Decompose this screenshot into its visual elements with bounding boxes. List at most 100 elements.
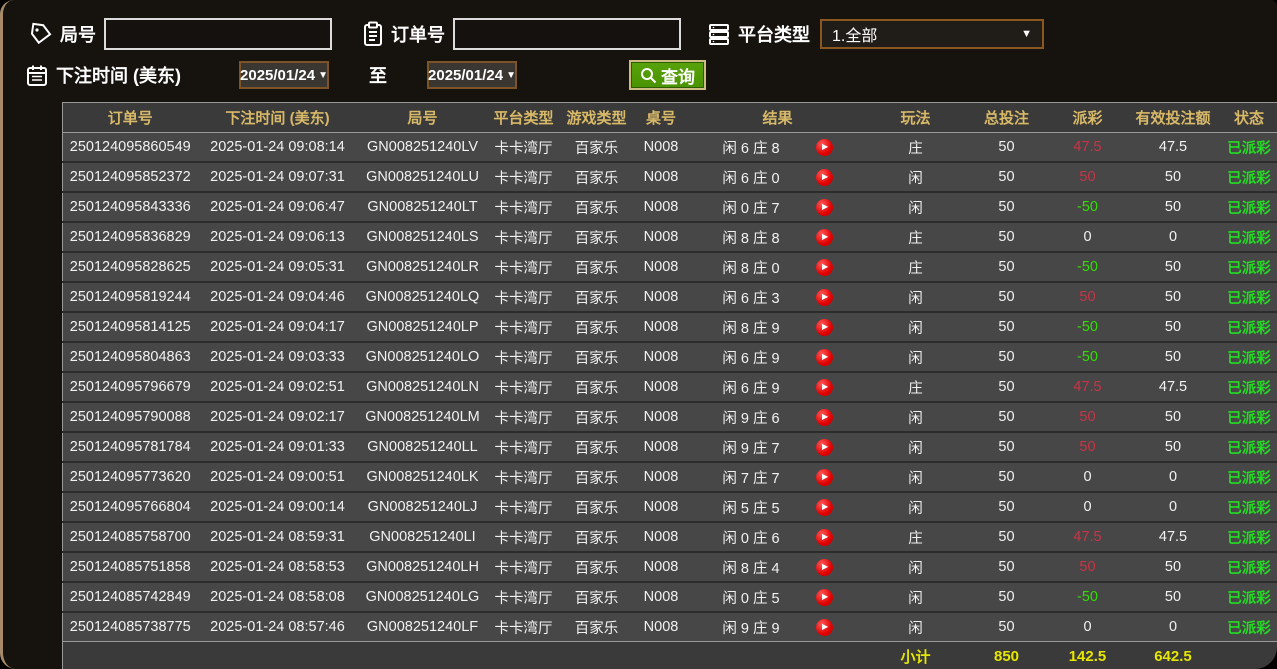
cell-game-type: 百家乐 — [560, 552, 634, 582]
play-video-icon[interactable]: ▶ — [816, 589, 833, 606]
cell-game-type: 百家乐 — [560, 372, 634, 402]
cell-table-no: N008 — [634, 492, 689, 522]
platform-select[interactable]: 1.全部 ▼ — [820, 19, 1044, 49]
cell-game-type: 百家乐 — [560, 192, 634, 222]
result-text: 闲 6 庄 8 — [722, 137, 779, 158]
order-no-input[interactable] — [453, 18, 681, 50]
tag-icon — [29, 22, 53, 46]
cell-valid-bet: 50 — [1127, 552, 1220, 582]
table-row: 250124095796679 2025-01-24 09:02:51 GN00… — [63, 372, 1277, 402]
table-row: 250124095814125 2025-01-24 09:04:17 GN00… — [63, 312, 1277, 342]
cell-platform: 卡卡湾厅 — [488, 222, 560, 252]
chevron-down-icon: ▼ — [318, 70, 328, 81]
table-row: 250124085738775 2025-01-24 08:57:46 GN00… — [63, 612, 1277, 642]
cell-platform: 卡卡湾厅 — [488, 162, 560, 192]
cell-game-no: GN008251240LT — [358, 192, 488, 222]
cell-play: 闲 — [867, 462, 965, 492]
play-video-icon[interactable]: ▶ — [816, 319, 833, 336]
cell-order-no: 250124085751858 — [63, 552, 198, 582]
play-video-icon[interactable]: ▶ — [816, 529, 833, 546]
cell-payout: 50 — [1049, 402, 1127, 432]
table-row: 250124095773620 2025-01-24 09:00:51 GN00… — [63, 462, 1277, 492]
table-row: 250124085751858 2025-01-24 08:58:53 GN00… — [63, 552, 1277, 582]
cell-status: 已派彩 — [1220, 312, 1277, 342]
cell-payout: -50 — [1049, 252, 1127, 282]
cell-result: 闲 0 庄 5 ▶ — [689, 582, 867, 612]
cell-game-type: 百家乐 — [560, 342, 634, 372]
bets-table-wrap: 订单号 下注时间 (美东) 局号 平台类型 游戏类型 桌号 结果 玩法 总投注 … — [62, 102, 1277, 669]
cell-platform: 卡卡湾厅 — [488, 582, 560, 612]
cell-valid-bet: 0 — [1127, 612, 1220, 642]
table-row: 250124095766804 2025-01-24 09:00:14 GN00… — [63, 492, 1277, 522]
cell-table-no: N008 — [634, 372, 689, 402]
search-button-label: 查询 — [661, 63, 695, 88]
cell-status: 已派彩 — [1220, 222, 1277, 252]
play-video-icon[interactable]: ▶ — [816, 169, 833, 186]
cell-play: 闲 — [867, 582, 965, 612]
cell-play: 庄 — [867, 252, 965, 282]
cell-game-type: 百家乐 — [560, 162, 634, 192]
play-video-icon[interactable]: ▶ — [816, 409, 833, 426]
game-no-input[interactable] — [104, 18, 332, 50]
play-video-icon[interactable]: ▶ — [816, 499, 833, 516]
cell-table-no: N008 — [634, 462, 689, 492]
cell-valid-bet: 50 — [1127, 582, 1220, 612]
play-video-icon[interactable]: ▶ — [816, 289, 833, 306]
cell-result: 闲 6 庄 9 ▶ — [689, 372, 867, 402]
play-video-icon[interactable]: ▶ — [816, 619, 833, 636]
play-video-icon[interactable]: ▶ — [816, 259, 833, 276]
cell-game-no: GN008251240LN — [358, 372, 488, 402]
cell-order-no: 250124095766804 — [63, 492, 198, 522]
cell-bet-time: 2025-01-24 09:00:14 — [198, 492, 358, 522]
cell-game-type: 百家乐 — [560, 133, 634, 163]
cell-game-no: GN008251240LH — [358, 552, 488, 582]
cell-bet-time: 2025-01-24 08:58:08 — [198, 582, 358, 612]
cell-table-no: N008 — [634, 612, 689, 642]
cell-game-type: 百家乐 — [560, 312, 634, 342]
cell-order-no: 250124095790088 — [63, 402, 198, 432]
cell-payout: -50 — [1049, 192, 1127, 222]
cell-status: 已派彩 — [1220, 462, 1277, 492]
cell-status: 已派彩 — [1220, 432, 1277, 462]
cell-play: 庄 — [867, 222, 965, 252]
cell-total-bet: 50 — [965, 522, 1049, 552]
play-video-icon[interactable]: ▶ — [816, 349, 833, 366]
cell-payout: -50 — [1049, 582, 1127, 612]
cell-status: 已派彩 — [1220, 192, 1277, 222]
cell-valid-bet: 0 — [1127, 222, 1220, 252]
cell-platform: 卡卡湾厅 — [488, 192, 560, 222]
play-video-icon[interactable]: ▶ — [816, 469, 833, 486]
play-video-icon[interactable]: ▶ — [816, 139, 833, 156]
cell-payout: 50 — [1049, 162, 1127, 192]
play-video-icon[interactable]: ▶ — [816, 439, 833, 456]
play-video-icon[interactable]: ▶ — [816, 229, 833, 246]
cell-play: 闲 — [867, 312, 965, 342]
table-row: 250124095828625 2025-01-24 09:05:31 GN00… — [63, 252, 1277, 282]
search-button[interactable]: 查询 — [629, 60, 706, 90]
play-video-icon[interactable]: ▶ — [816, 559, 833, 576]
cell-bet-time: 2025-01-24 09:04:17 — [198, 312, 358, 342]
subtotal-status-spacer — [1220, 642, 1277, 669]
cell-table-no: N008 — [634, 312, 689, 342]
cell-status: 已派彩 — [1220, 402, 1277, 432]
date-from-select[interactable]: 2025/01/24 ▼ — [239, 61, 329, 89]
date-to-select[interactable]: 2025/01/24 ▼ — [427, 61, 517, 89]
play-video-icon[interactable]: ▶ — [816, 199, 833, 216]
cell-game-type: 百家乐 — [560, 282, 634, 312]
filter-row-1: 局号 订单号 — [3, 14, 1277, 54]
col-header-valid-bet: 有效投注额 — [1127, 103, 1220, 133]
cell-table-no: N008 — [634, 402, 689, 432]
cell-total-bet: 50 — [965, 133, 1049, 163]
result-text: 闲 0 庄 5 — [722, 587, 779, 608]
cell-order-no: 250124095828625 — [63, 252, 198, 282]
cell-payout: 50 — [1049, 432, 1127, 462]
result-text: 闲 5 庄 5 — [722, 497, 779, 518]
cell-game-type: 百家乐 — [560, 522, 634, 552]
cell-play: 闲 — [867, 432, 965, 462]
cell-bet-time: 2025-01-24 09:02:17 — [198, 402, 358, 432]
subtotal-spacer — [63, 642, 867, 669]
cell-game-type: 百家乐 — [560, 252, 634, 282]
cell-table-no: N008 — [634, 552, 689, 582]
cell-total-bet: 50 — [965, 462, 1049, 492]
play-video-icon[interactable]: ▶ — [816, 379, 833, 396]
